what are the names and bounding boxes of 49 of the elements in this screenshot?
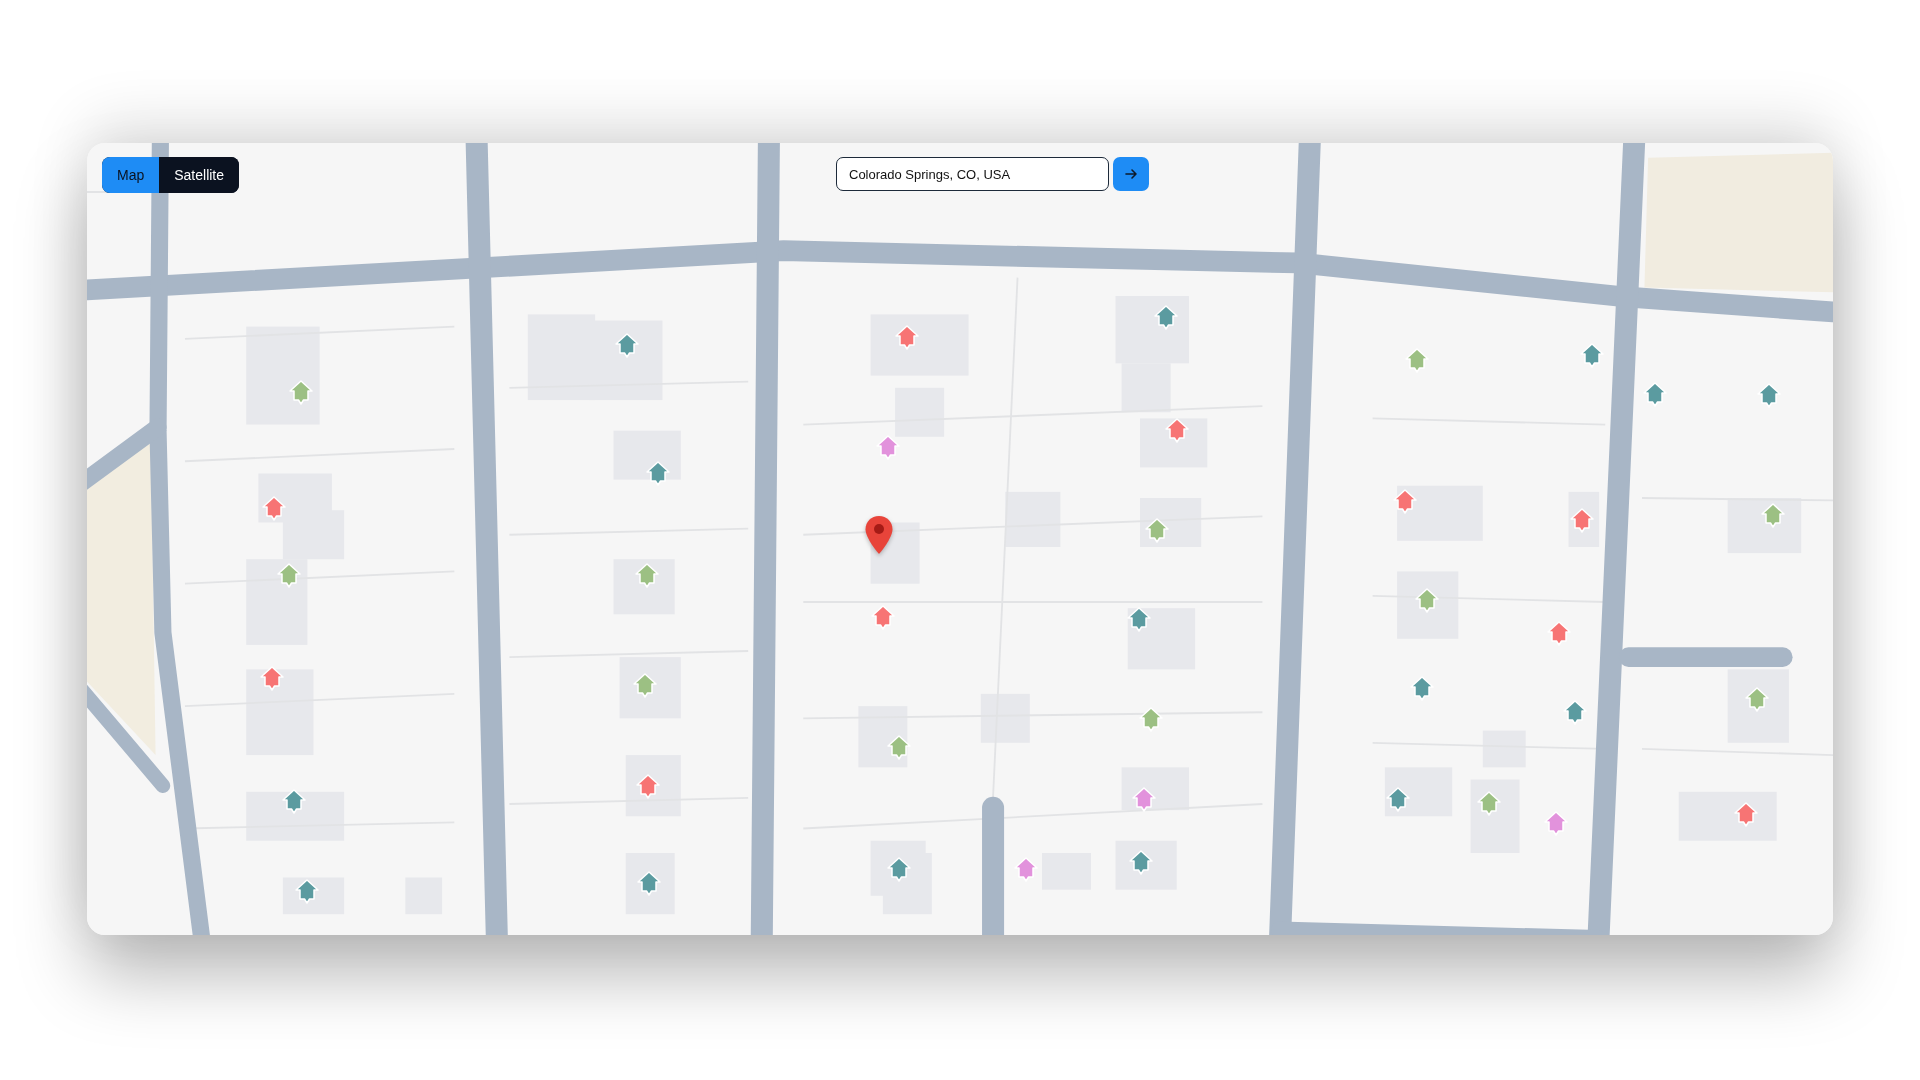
house-marker-icon[interactable]: [1129, 849, 1154, 876]
house-marker-icon[interactable]: [259, 666, 284, 693]
house-marker-icon[interactable]: [1386, 787, 1411, 814]
house-marker-icon[interactable]: [281, 788, 306, 815]
house-marker-icon[interactable]: [634, 563, 659, 590]
house-marker-icon[interactable]: [633, 673, 658, 700]
house-marker-icon[interactable]: [289, 379, 314, 406]
house-marker-icon[interactable]: [635, 773, 660, 800]
house-marker-icon[interactable]: [886, 734, 911, 761]
building-footprint: [1397, 571, 1459, 639]
house-marker-icon[interactable]: [1392, 488, 1417, 515]
house-marker-icon[interactable]: [1131, 787, 1156, 814]
house-marker-icon[interactable]: [295, 879, 320, 906]
map-type-tab[interactable]: Map: [102, 157, 160, 193]
house-marker-icon[interactable]: [1409, 675, 1434, 702]
search-submit-button[interactable]: [1113, 157, 1149, 191]
house-marker-icon[interactable]: [1760, 503, 1785, 530]
house-marker-icon[interactable]: [1153, 305, 1178, 332]
house-marker-icon[interactable]: [1544, 810, 1569, 837]
house-marker-icon[interactable]: [1164, 417, 1189, 444]
search-field[interactable]: Colorado Springs, CO, USA: [836, 157, 1109, 191]
house-marker-icon[interactable]: [1734, 802, 1759, 828]
location-pin-icon: [864, 514, 895, 555]
house-marker-icon[interactable]: [1745, 686, 1770, 713]
house-marker-icon[interactable]: [1569, 508, 1594, 535]
house-marker-icon[interactable]: [1579, 342, 1604, 369]
house-marker-icon[interactable]: [277, 563, 301, 590]
house-marker-icon[interactable]: [637, 870, 662, 897]
house-marker-icon[interactable]: [875, 434, 900, 461]
house-marker-icon[interactable]: [1643, 382, 1668, 409]
house-marker-icon[interactable]: [1404, 347, 1429, 374]
house-marker-icon[interactable]: [1014, 857, 1039, 884]
arrow-right-icon: [1124, 167, 1138, 181]
house-marker-icon[interactable]: [1145, 518, 1170, 545]
house-marker-icon[interactable]: [1139, 706, 1163, 733]
house-marker-icon[interactable]: [1562, 700, 1587, 727]
house-marker-icon[interactable]: [886, 857, 911, 884]
house-marker-icon[interactable]: [1126, 607, 1151, 634]
building-footprint: [613, 559, 675, 615]
house-marker-icon[interactable]: [1476, 791, 1501, 817]
house-marker-icon[interactable]: [1546, 620, 1571, 647]
house-marker-icon[interactable]: [1414, 587, 1439, 614]
house-marker-icon[interactable]: [870, 604, 895, 631]
house-marker-icon[interactable]: [1757, 383, 1782, 410]
house-marker-icon[interactable]: [895, 324, 920, 351]
house-marker-icon[interactable]: [262, 495, 287, 522]
building-footprint: [1127, 608, 1196, 670]
house-marker-icon[interactable]: [615, 333, 640, 360]
house-marker-icon[interactable]: [645, 460, 670, 487]
